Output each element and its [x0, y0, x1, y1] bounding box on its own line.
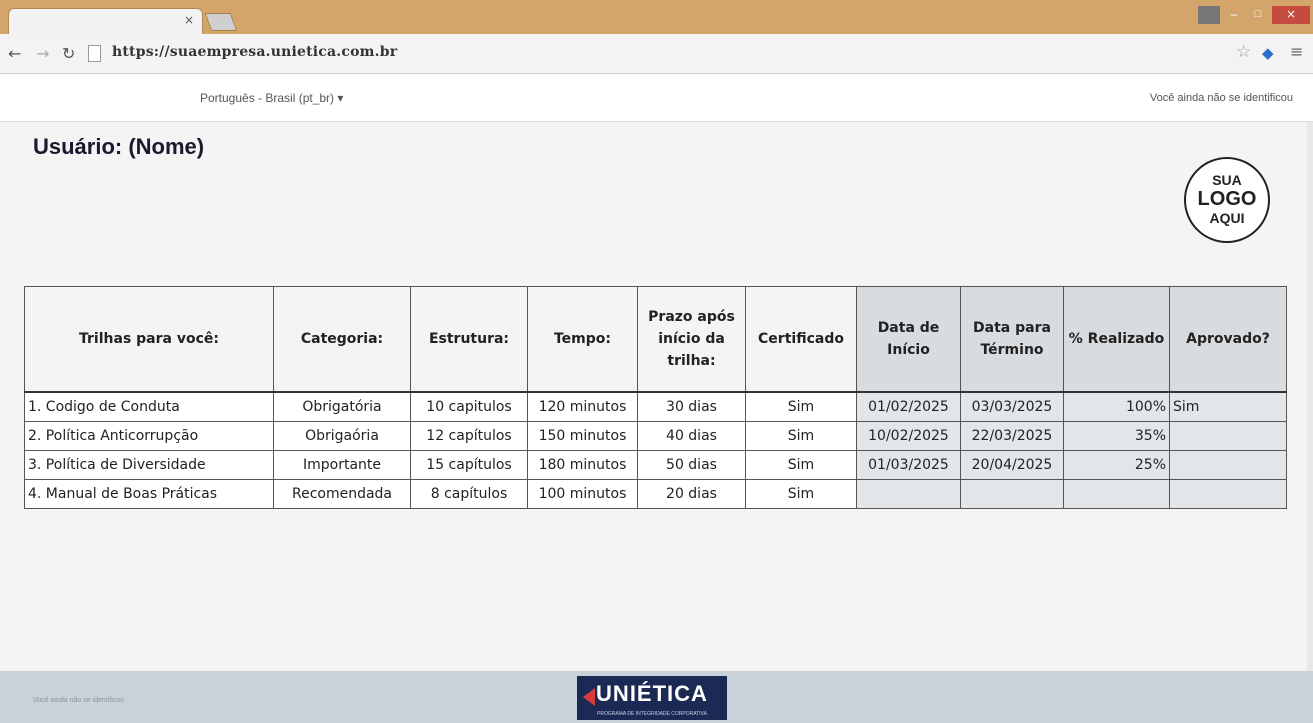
- logo-text-line2: LOGO: [1197, 188, 1257, 210]
- cell-data-inicio: 01/02/2025: [856, 391, 961, 422]
- cell-percent: 35%: [1063, 421, 1170, 451]
- cell-certificado: Sim: [745, 450, 857, 480]
- cell-data-inicio: [856, 479, 961, 509]
- table-header-row: Trilhas para você: Categoria: Estrutura:…: [24, 286, 1287, 393]
- trails-table: Trilhas para você: Categoria: Estrutura:…: [24, 286, 1287, 509]
- brand-name: UNIÉTICA: [596, 681, 708, 706]
- cell-aprovado: [1169, 421, 1287, 451]
- language-selector[interactable]: Português - Brasil (pt_br) ▾: [200, 91, 343, 105]
- cell-percent: [1063, 479, 1170, 509]
- maximize-button[interactable]: □: [1246, 6, 1270, 24]
- reload-icon[interactable]: ↻: [62, 44, 75, 63]
- cell-trilha[interactable]: 3. Política de Diversidade: [24, 450, 274, 480]
- brand-arrow-icon: [583, 688, 595, 706]
- page-title: Usuário: (Nome): [33, 134, 205, 159]
- extension-icon[interactable]: ◆: [1262, 44, 1274, 62]
- new-tab-button[interactable]: [204, 13, 238, 31]
- cell-tempo: 150 minutos: [527, 421, 638, 451]
- footer-login-status[interactable]: Você ainda não se identificou: [33, 697, 124, 704]
- cell-prazo: 20 dias: [637, 479, 746, 509]
- header-certificado: Certificado: [745, 286, 857, 393]
- header-tempo: Tempo:: [527, 286, 638, 393]
- cell-tempo: 120 minutos: [527, 391, 638, 422]
- cell-estrutura: 10 capitulos: [410, 391, 528, 422]
- cell-data-inicio: 01/03/2025: [856, 450, 961, 480]
- close-window-button[interactable]: ×: [1272, 6, 1310, 24]
- unietica-logo: UNIÉTICA PROGRAMA DE INTEGRIDADE CORPORA…: [577, 676, 727, 720]
- bookmark-star-icon[interactable]: ☆: [1236, 42, 1251, 62]
- tab-close-icon[interactable]: ×: [184, 13, 194, 27]
- header-estrutura: Estrutura:: [410, 286, 528, 393]
- page-scrollbar[interactable]: [1307, 122, 1313, 671]
- cell-categoria: Importante: [273, 450, 411, 480]
- user-profile-icon[interactable]: [1198, 6, 1220, 24]
- cell-categoria: Obrigatória: [273, 391, 411, 422]
- table-row: 2. Política Anticorrupção Obrigaória 12 …: [24, 421, 1287, 451]
- logo-text-line3: AQUI: [1209, 210, 1245, 226]
- header-data-termino: Data para Término: [960, 286, 1064, 393]
- header-data-inicio: Data de Início: [856, 286, 961, 393]
- company-logo: SUA LOGO AQUI: [1184, 157, 1270, 243]
- cell-estrutura: 15 capítulos: [410, 450, 528, 480]
- cell-percent: 25%: [1063, 450, 1170, 480]
- cell-data-termino: 20/04/2025: [960, 450, 1064, 480]
- cell-tempo: 100 minutos: [527, 479, 638, 509]
- forward-icon[interactable]: →: [36, 44, 49, 63]
- cell-estrutura: 8 capítulos: [410, 479, 528, 509]
- cell-aprovado: Sim: [1169, 391, 1287, 422]
- cell-data-termino: 03/03/2025: [960, 391, 1064, 422]
- cell-data-inicio: 10/02/2025: [856, 421, 961, 451]
- cell-prazo: 30 dias: [637, 391, 746, 422]
- header-percent-realizado: % Realizado: [1063, 286, 1170, 393]
- cell-data-termino: 22/03/2025: [960, 421, 1064, 451]
- cell-certificado: Sim: [745, 391, 857, 422]
- back-icon[interactable]: ←: [8, 44, 21, 63]
- cell-certificado: Sim: [745, 421, 857, 451]
- browser-menu-icon[interactable]: ≡: [1290, 42, 1303, 61]
- cell-percent: 100%: [1063, 391, 1170, 422]
- cell-categoria: Recomendada: [273, 479, 411, 509]
- browser-tabstrip: × – □ ×: [0, 0, 1313, 34]
- table-row: 1. Codigo de Conduta Obrigatória 10 capi…: [24, 391, 1287, 422]
- page-icon: [88, 45, 101, 62]
- cell-estrutura: 12 capítulos: [410, 421, 528, 451]
- address-bar[interactable]: https://suaempresa.unietica.com.br: [112, 44, 397, 60]
- minimize-button[interactable]: –: [1222, 6, 1246, 24]
- site-header: Português - Brasil (pt_br) ▾ Você ainda …: [0, 74, 1313, 122]
- browser-tab[interactable]: ×: [8, 8, 203, 34]
- cell-categoria: Obrigaória: [273, 421, 411, 451]
- table-row: 3. Política de Diversidade Importante 15…: [24, 450, 1287, 480]
- table-row: 4. Manual de Boas Práticas Recomendada 8…: [24, 479, 1287, 509]
- cell-aprovado: [1169, 450, 1287, 480]
- header-trilhas: Trilhas para você:: [24, 286, 274, 393]
- cell-trilha[interactable]: 4. Manual de Boas Práticas: [24, 479, 274, 509]
- cell-prazo: 40 dias: [637, 421, 746, 451]
- brand-tagline: PROGRAMA DE INTEGRIDADE CORPORATIVA: [597, 711, 707, 717]
- site-footer: Você ainda não se identificou UNIÉTICA P…: [0, 671, 1313, 723]
- header-prazo: Prazo após início da trilha:: [637, 286, 746, 393]
- header-aprovado: Aprovado?: [1169, 286, 1287, 393]
- cell-tempo: 180 minutos: [527, 450, 638, 480]
- header-categoria: Categoria:: [273, 286, 411, 393]
- main-content: Usuário: (Nome) SUA LOGO AQUI Trilhas pa…: [0, 122, 1313, 671]
- browser-toolbar: ← → ↻ https://suaempresa.unietica.com.br…: [0, 34, 1313, 74]
- logo-text-line1: SUA: [1212, 172, 1242, 188]
- cell-trilha[interactable]: 1. Codigo de Conduta: [24, 391, 274, 422]
- cell-data-termino: [960, 479, 1064, 509]
- cell-trilha[interactable]: 2. Política Anticorrupção: [24, 421, 274, 451]
- login-status[interactable]: Você ainda não se identificou: [1150, 92, 1293, 104]
- cell-prazo: 50 dias: [637, 450, 746, 480]
- cell-aprovado: [1169, 479, 1287, 509]
- cell-certificado: Sim: [745, 479, 857, 509]
